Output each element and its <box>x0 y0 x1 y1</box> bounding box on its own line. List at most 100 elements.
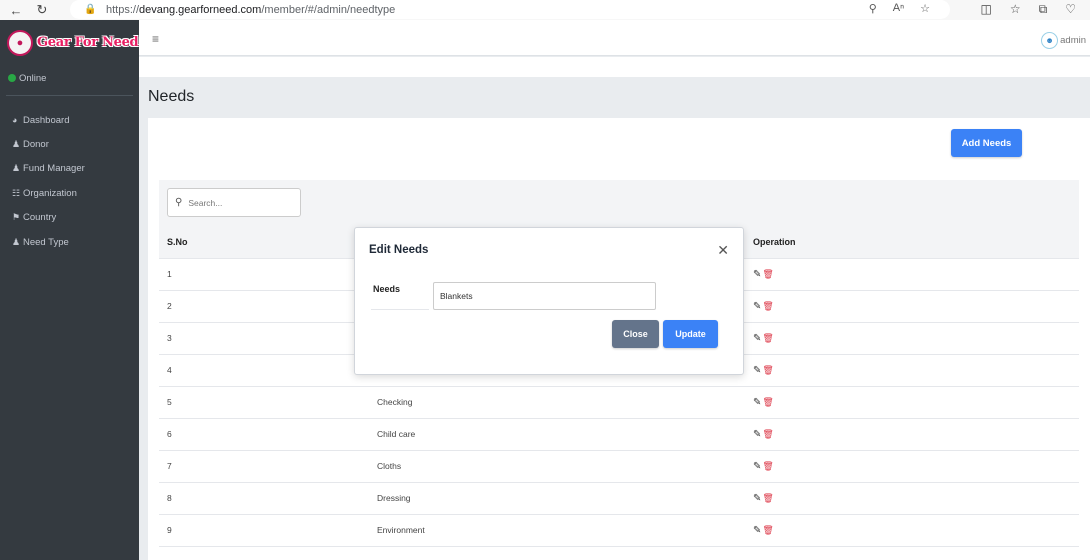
address-bar[interactable]: 🔒 https://devang.gearforneed.com/member/… <box>70 0 950 19</box>
flag-icon: ⚑ <box>12 212 21 223</box>
cell-sno: 7 <box>159 450 369 483</box>
brand-logo-icon: ● <box>7 29 33 56</box>
close-button[interactable]: Close <box>612 320 659 348</box>
search-icon: ⚲ <box>175 197 183 208</box>
online-dot-icon <box>8 74 16 82</box>
sidebar-item-label: Organization <box>23 187 77 199</box>
trash-icon[interactable]: 🗑 <box>762 429 773 440</box>
table-row: 5 Checking ✎ 🗑 <box>159 386 1079 419</box>
edit-icon[interactable]: ✎ <box>753 525 761 536</box>
sidebar-item-label: Country <box>23 212 57 224</box>
trash-icon[interactable]: 🗑 <box>762 269 773 280</box>
edit-icon[interactable]: ✎ <box>753 429 761 440</box>
refresh-icon[interactable]: ↻ <box>32 0 52 20</box>
cell-operation: ✎ 🗑 <box>745 322 1079 355</box>
field-divider <box>371 309 429 310</box>
close-icon[interactable]: ✕ <box>717 242 729 259</box>
table-row: 9 Environment ✎ 🗑 <box>159 514 1079 547</box>
sidebar-item-label: Donor <box>23 139 49 151</box>
collections-icon[interactable]: ⧉ <box>1039 2 1048 17</box>
cell-sno: 1 <box>159 258 369 291</box>
read-aloud-icon[interactable]: Aⁿ <box>893 2 904 15</box>
search-field[interactable]: ⚲ <box>167 188 301 217</box>
cell-operation: ✎ 🗑 <box>745 354 1079 387</box>
brand[interactable]: ● Gear For Need <box>0 20 139 65</box>
sidebar-item-label: Dashboard <box>23 114 70 126</box>
edit-icon[interactable]: ✎ <box>753 269 761 280</box>
table-row: 8 Dressing ✎ 🗑 <box>159 482 1079 515</box>
online-status: Online <box>0 71 139 85</box>
table-row: 6 Child care ✎ 🗑 <box>159 418 1079 451</box>
username: admin <box>1060 35 1086 46</box>
edit-icon[interactable]: ✎ <box>753 397 761 408</box>
browser-toolbar: ← ↻ 🔒 https://devang.gearforneed.com/mem… <box>0 0 1090 20</box>
page-title: Needs <box>148 88 195 105</box>
browser-actions: ◫ ☆ ⧉ ♡ <box>981 2 1076 17</box>
cell-sno: 5 <box>159 386 369 419</box>
sitemap-icon: ☷ <box>12 187 21 198</box>
online-status-label: Online <box>19 72 47 84</box>
cell-operation: ✎ 🗑 <box>745 450 1079 483</box>
trash-icon[interactable]: 🗑 <box>762 301 773 312</box>
trash-icon[interactable]: 🗑 <box>762 493 773 504</box>
cell-operation: ✎ 🗑 <box>745 482 1079 515</box>
cell-sno: 4 <box>159 354 369 387</box>
column-header-sno[interactable]: S.No <box>159 226 369 259</box>
edit-icon[interactable]: ✎ <box>753 493 761 504</box>
cell-sno: 2 <box>159 290 369 323</box>
split-screen-icon[interactable]: ◫ <box>981 2 992 17</box>
trash-icon[interactable]: 🗑 <box>762 365 773 376</box>
trash-icon[interactable]: 🗑 <box>762 461 773 472</box>
extensions-icon[interactable]: ♡ <box>1065 2 1076 17</box>
cell-operation: ✎ 🗑 <box>745 258 1079 291</box>
sidebar-item-need-type[interactable]: ♟ Need Type <box>0 230 139 254</box>
cell-sno: 8 <box>159 482 369 515</box>
favorites-icon[interactable]: ☆ <box>1010 2 1021 17</box>
sidebar-item-fund-manager[interactable]: ♟ Fund Manager <box>0 157 139 181</box>
trash-icon[interactable]: 🗑 <box>762 333 773 344</box>
url-text: https://devang.gearforneed.com/member/#/… <box>106 3 396 16</box>
user-icon: ♟ <box>12 236 21 247</box>
trash-icon[interactable]: 🗑 <box>762 525 773 536</box>
top-navbar: ≡ ☻ admin <box>139 20 1090 56</box>
sidebar-item-country[interactable]: ⚑ Country <box>0 206 139 230</box>
address-bar-actions: ⚲ Aⁿ ☆ <box>869 2 930 15</box>
dashboard-icon: ◕ <box>12 115 18 126</box>
sidebar-item-organization[interactable]: ☷ Organization <box>0 181 139 205</box>
edit-icon[interactable]: ✎ <box>753 333 761 344</box>
sidebar-menu: ◕ Dashboard ♟ Donor ♟ Fund Manager ☷ Org… <box>0 108 139 254</box>
favorite-star-icon[interactable]: ☆ <box>920 2 930 15</box>
sidebar-divider <box>6 95 133 96</box>
needs-input[interactable] <box>433 282 656 310</box>
sidebar-item-label: Fund Manager <box>23 163 85 175</box>
brand-name: Gear For Need <box>37 35 139 50</box>
search-input[interactable] <box>188 197 289 208</box>
back-icon[interactable]: ← <box>6 0 26 20</box>
cell-operation: ✎ 🗑 <box>745 386 1079 419</box>
cell-sno: 9 <box>159 514 369 547</box>
sidebar-item-label: Need Type <box>23 236 69 248</box>
cell-sno: 6 <box>159 418 369 451</box>
lock-icon: 🔒 <box>84 4 97 15</box>
user-tie-icon: ♟ <box>12 163 21 174</box>
trash-icon[interactable]: 🗑 <box>762 397 773 408</box>
cell-need: Environment <box>369 514 745 547</box>
column-header-operation: Operation <box>745 226 1079 259</box>
sidebar-item-donor[interactable]: ♟ Donor <box>0 132 139 156</box>
cell-need: Checking <box>369 386 745 419</box>
edit-needs-modal: Edit Needs ✕ Needs Close Update <box>354 227 744 375</box>
add-needs-button[interactable]: Add Needs <box>951 129 1022 157</box>
edit-icon[interactable]: ✎ <box>753 301 761 312</box>
modal-title: Edit Needs <box>369 244 429 256</box>
hamburger-menu-icon[interactable]: ≡ <box>152 32 159 46</box>
edit-icon[interactable]: ✎ <box>753 461 761 472</box>
update-button[interactable]: Update <box>663 320 718 348</box>
sidebar-item-dashboard[interactable]: ◕ Dashboard <box>0 108 139 132</box>
needs-field-label: Needs <box>373 284 401 294</box>
zoom-icon[interactable]: ⚲ <box>869 2 877 15</box>
search-bar: ⚲ <box>159 180 1079 226</box>
edit-icon[interactable]: ✎ <box>753 365 761 376</box>
sidebar: ● Gear For Need Online ◕ Dashboard ♟ Don… <box>0 20 139 560</box>
content-header-strip <box>139 57 1090 77</box>
user-menu[interactable]: ☻ admin <box>1041 32 1086 49</box>
